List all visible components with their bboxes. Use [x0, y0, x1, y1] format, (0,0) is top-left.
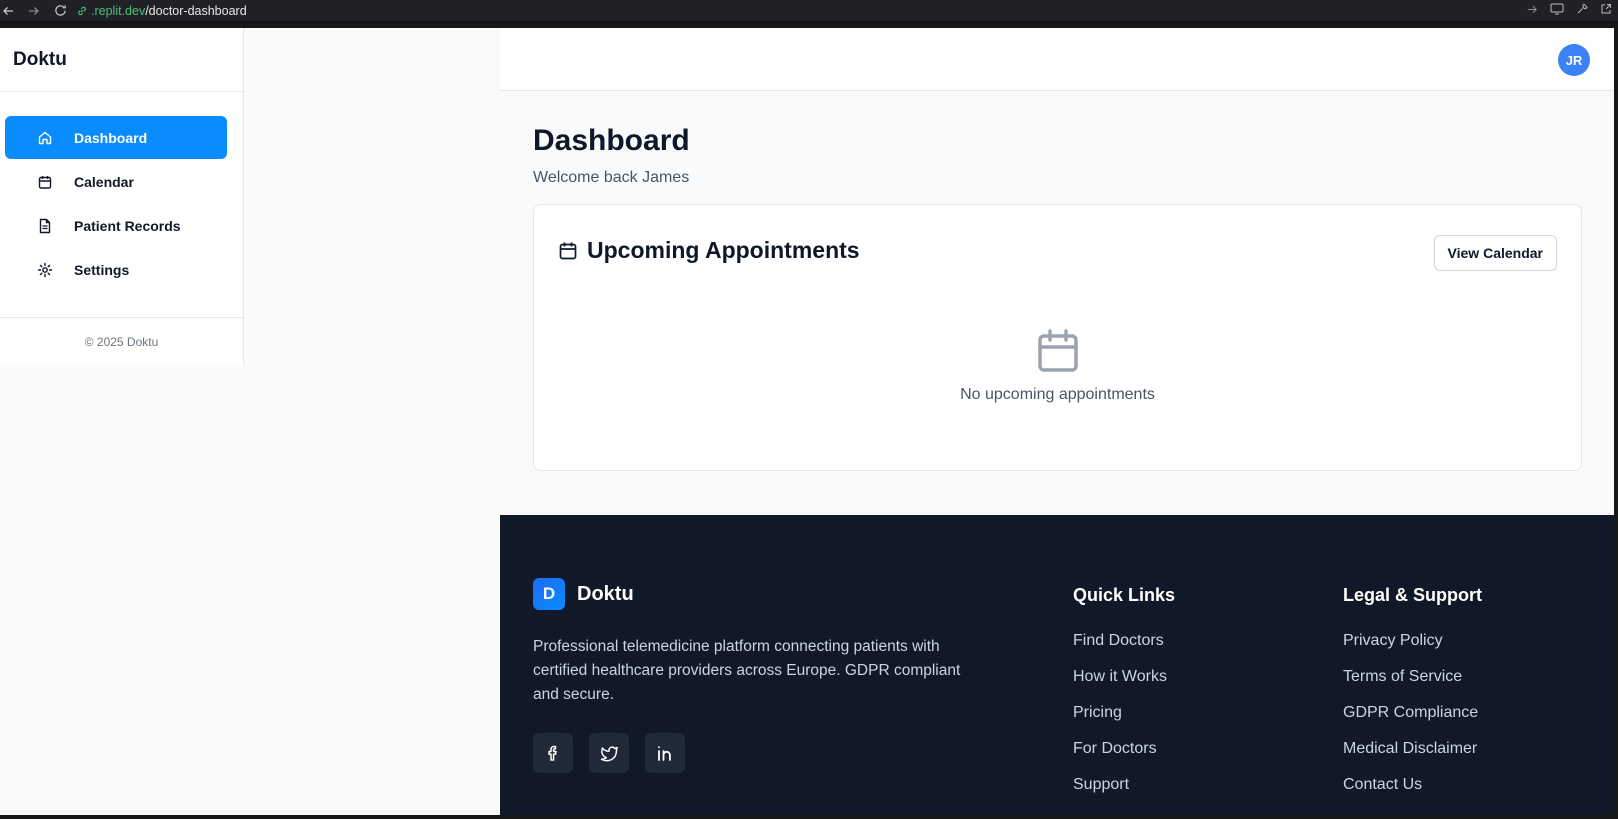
- sidebar-menu: Dashboard Calendar Patient Records Setti…: [0, 92, 243, 291]
- home-icon: [37, 130, 53, 146]
- footer-link-privacy-policy[interactable]: Privacy Policy: [1343, 631, 1482, 667]
- sidebar-brand[interactable]: Doktu: [0, 28, 243, 92]
- quick-links-heading: Quick Links: [1073, 585, 1176, 605]
- sidebar-item-label: Dashboard: [74, 129, 148, 146]
- footer-legal-links: Legal & Support Privacy Policy Terms of …: [1343, 585, 1482, 811]
- linkedin-icon: [655, 743, 675, 763]
- footer-link-support[interactable]: Support: [1073, 775, 1175, 811]
- footer-link-contact-us[interactable]: Contact Us: [1343, 775, 1482, 811]
- link-icon: [76, 5, 88, 17]
- forward-icon[interactable]: [26, 3, 42, 19]
- twitter-icon: [599, 743, 619, 763]
- wrench-icon[interactable]: [1576, 3, 1588, 18]
- gear-icon: [37, 262, 53, 278]
- browser-toolbar: .replit.dev/doctor-dashboard: [0, 0, 1618, 22]
- back-icon[interactable]: [0, 3, 16, 19]
- url-path: /doctor-dashboard: [145, 3, 247, 18]
- avatar[interactable]: JR: [1558, 44, 1590, 76]
- footer-link-terms-of-service[interactable]: Terms of Service: [1343, 667, 1482, 703]
- page-title: Dashboard: [533, 124, 690, 157]
- browser-actions: [1527, 3, 1618, 18]
- reload-icon[interactable]: [52, 3, 68, 19]
- sidebar-item-label: Settings: [74, 261, 130, 278]
- footer-description: Professional telemedicine platform conne…: [533, 638, 961, 703]
- calendar-icon: [558, 241, 578, 261]
- footer-brand[interactable]: D Doktu: [533, 578, 634, 610]
- address-bar[interactable]: .replit.dev/doctor-dashboard: [76, 4, 247, 18]
- calendar-icon: [1034, 327, 1082, 375]
- appointments-card: Upcoming Appointments View Calendar No u…: [533, 204, 1582, 471]
- footer-logo: D: [533, 578, 565, 610]
- facebook-icon: [543, 743, 563, 763]
- sidebar-copyright: © 2025 Doktu: [0, 317, 243, 365]
- facebook-button[interactable]: [533, 733, 573, 773]
- main-content: Dashboard Welcome back James Upcoming Ap…: [533, 123, 1582, 471]
- empty-state: No upcoming appointments: [534, 327, 1581, 404]
- file-text-icon: [37, 218, 53, 234]
- twitter-button[interactable]: [589, 733, 629, 773]
- welcome-message: Welcome back James: [533, 169, 690, 186]
- linkedin-button[interactable]: [645, 733, 685, 773]
- site-footer: D Doktu Professional telemedicine platfo…: [500, 515, 1614, 815]
- empty-state-text: No upcoming appointments: [960, 386, 1155, 403]
- sidebar-item-settings[interactable]: Settings: [5, 248, 227, 291]
- footer-link-pricing[interactable]: Pricing: [1073, 703, 1175, 739]
- monitor-icon[interactable]: [1550, 3, 1564, 18]
- social-links: [533, 733, 685, 773]
- footer-link-medical-disclaimer[interactable]: Medical Disclaimer: [1343, 739, 1482, 775]
- footer-brand-name: Doktu: [577, 582, 634, 605]
- footer-link-gdpr-compliance[interactable]: GDPR Compliance: [1343, 703, 1482, 739]
- sidebar-item-label: Patient Records: [74, 217, 181, 234]
- top-header: JR: [500, 28, 1614, 91]
- sidebar-item-dashboard[interactable]: Dashboard: [5, 116, 227, 159]
- sidebar-item-calendar[interactable]: Calendar: [5, 160, 227, 203]
- footer-link-for-doctors[interactable]: For Doctors: [1073, 739, 1175, 775]
- footer-link-how-it-works[interactable]: How it Works: [1073, 667, 1175, 703]
- browser-nav: [0, 3, 68, 19]
- sidebar-item-label: Calendar: [74, 173, 134, 190]
- url-domain: .replit.dev: [91, 3, 146, 18]
- footer-quick-links: Quick Links Find Doctors How it Works Pr…: [1073, 585, 1175, 811]
- legal-heading: Legal & Support: [1343, 585, 1482, 605]
- app-viewport: Doktu Dashboard Calendar Patient Records: [0, 28, 1614, 815]
- footer-link-find-doctors[interactable]: Find Doctors: [1073, 631, 1175, 667]
- arrow-right-icon[interactable]: [1527, 4, 1538, 18]
- sidebar-item-patient-records[interactable]: Patient Records: [5, 204, 227, 247]
- appointments-card-header: Upcoming Appointments: [558, 237, 860, 264]
- open-external-icon[interactable]: [1600, 3, 1612, 18]
- sidebar: Doktu Dashboard Calendar Patient Records: [0, 28, 244, 365]
- view-calendar-button[interactable]: View Calendar: [1433, 235, 1557, 271]
- appointments-title: Upcoming Appointments: [587, 237, 860, 263]
- calendar-icon: [37, 174, 53, 190]
